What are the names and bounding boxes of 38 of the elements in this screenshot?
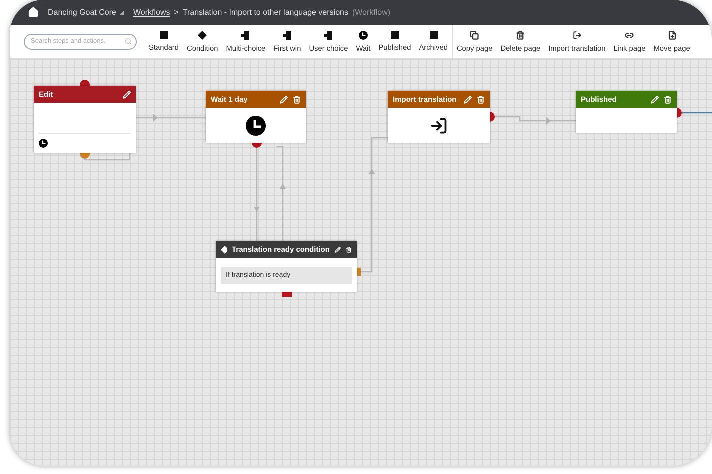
clock-icon bbox=[246, 116, 266, 136]
trash-icon bbox=[516, 30, 526, 40]
trash-icon[interactable] bbox=[293, 96, 301, 104]
workflow-title: Translation - Import to other language versions bbox=[182, 8, 348, 17]
clock-icon bbox=[358, 30, 368, 40]
connection-point[interactable] bbox=[252, 143, 262, 148]
trash-icon[interactable] bbox=[346, 246, 352, 254]
diamond-icon bbox=[221, 246, 228, 254]
breadcrumb-separator: > bbox=[174, 8, 179, 17]
link-icon bbox=[625, 30, 634, 40]
connection-point[interactable] bbox=[677, 108, 682, 118]
exit-icon bbox=[572, 30, 582, 40]
connection-point[interactable] bbox=[490, 112, 495, 122]
square-icon bbox=[390, 31, 399, 39]
search-icon bbox=[125, 38, 132, 44]
edit-icon[interactable] bbox=[464, 96, 472, 104]
workflow-type: (Workflow) bbox=[352, 8, 391, 17]
site-name[interactable]: Dancing Goat Core bbox=[48, 8, 124, 17]
connection-point[interactable] bbox=[80, 153, 90, 159]
branch-icon bbox=[241, 30, 250, 40]
square-icon bbox=[430, 31, 438, 39]
branch-icon bbox=[282, 30, 292, 40]
trash-icon[interactable] bbox=[477, 96, 485, 104]
edit-icon[interactable] bbox=[334, 246, 341, 254]
edit-icon[interactable] bbox=[651, 96, 659, 104]
diamond-icon bbox=[198, 30, 208, 40]
home-icon[interactable] bbox=[28, 7, 39, 18]
edit-icon[interactable] bbox=[280, 96, 288, 104]
square-icon bbox=[160, 31, 168, 39]
clock-icon bbox=[39, 139, 48, 148]
enter-icon bbox=[430, 116, 448, 134]
file-icon bbox=[668, 30, 677, 40]
connection-point[interactable] bbox=[80, 80, 90, 86]
copy-icon bbox=[470, 30, 480, 40]
branch-icon bbox=[324, 30, 334, 40]
breadcrumb-link[interactable]: Workflows bbox=[133, 8, 170, 17]
trash-icon[interactable] bbox=[664, 96, 672, 104]
edit-icon[interactable] bbox=[123, 90, 131, 98]
